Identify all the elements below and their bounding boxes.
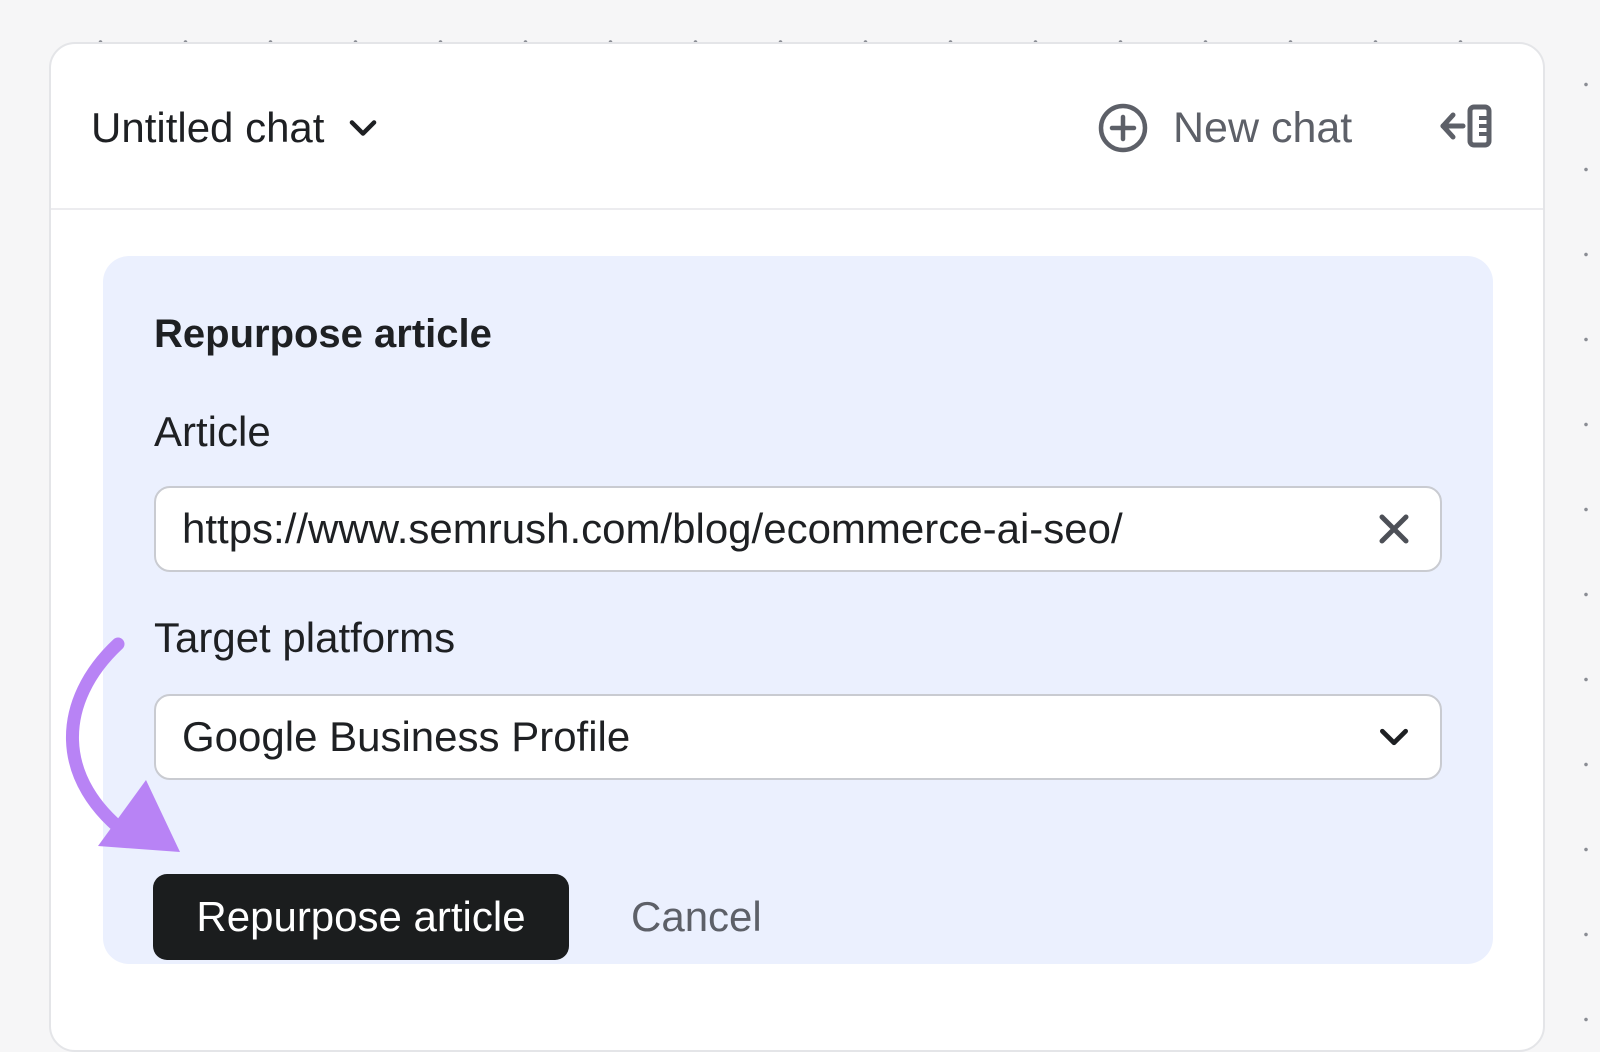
plus-circle-icon (1098, 103, 1148, 153)
article-url-value: https://www.semrush.com/blog/ecommerce-a… (182, 505, 1123, 552)
new-chat-button[interactable]: New chat (1097, 100, 1352, 156)
chat-title: Untitled chat (91, 104, 325, 151)
new-chat-label: New chat (1173, 103, 1353, 152)
repurpose-article-card: Repurpose article Article https://www.se… (103, 256, 1493, 964)
chat-header: Untitled chat New chat (51, 44, 1543, 210)
card-title: Repurpose article (154, 312, 492, 356)
close-icon[interactable] (1374, 509, 1414, 549)
chevron-down-icon (350, 120, 377, 136)
chat-title-dropdown[interactable]: Untitled chat (91, 100, 382, 156)
chat-panel: Untitled chat New chat Repurpose article… (49, 42, 1545, 1052)
repurpose-article-button[interactable]: Repurpose article (153, 874, 569, 960)
target-platforms-select[interactable]: Google Business Profile (154, 694, 1442, 780)
article-label: Article (154, 408, 271, 455)
chevron-down-icon (1380, 728, 1408, 746)
dotted-border-right (1584, 42, 1588, 1022)
target-platforms-label: Target platforms (154, 614, 456, 661)
article-url-input[interactable]: https://www.semrush.com/blog/ecommerce-a… (154, 486, 1442, 572)
collapse-panel-icon[interactable] (1439, 102, 1493, 154)
target-platforms-value: Google Business Profile (182, 713, 631, 760)
cancel-button[interactable]: Cancel (619, 874, 774, 960)
